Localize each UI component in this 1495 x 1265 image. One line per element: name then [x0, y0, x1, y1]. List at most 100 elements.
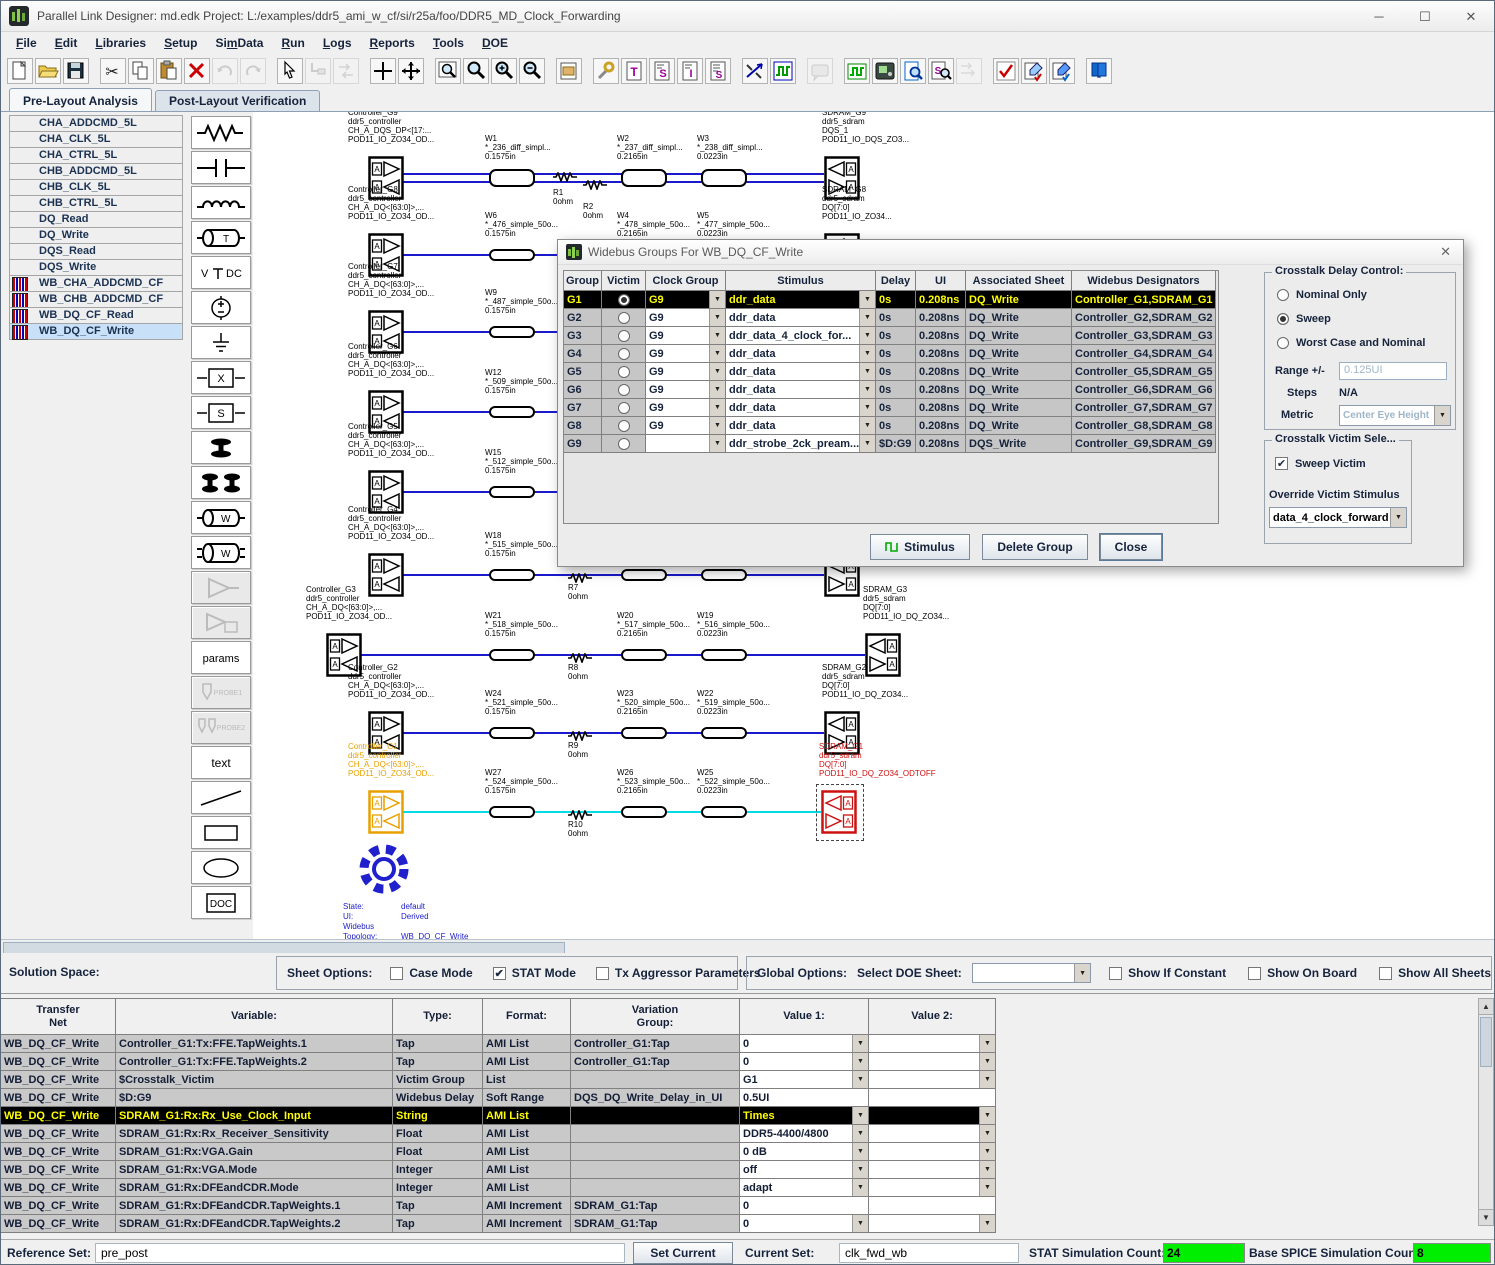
sidebar-item-cha_clk_5l[interactable]: CHA_CLK_5L	[9, 131, 183, 148]
tline-segment[interactable]	[701, 569, 747, 581]
palette-wline2-icon[interactable]: W	[191, 536, 251, 569]
param-column-header[interactable]: Value 2:	[869, 998, 996, 1035]
sidebar-item-dqs_write[interactable]: DQS_Write	[9, 259, 183, 276]
param-row[interactable]: WB_DQ_CF_WriteSDRAM_G1:Rx:VGA.ModeIntege…	[1, 1161, 996, 1179]
chevron-down-icon[interactable]: ▼	[852, 1071, 868, 1088]
series-resistor[interactable]	[583, 177, 607, 195]
victim-radio[interactable]	[618, 402, 630, 414]
value1-cell[interactable]: 0	[740, 1197, 869, 1215]
menu-edit[interactable]: Edit	[46, 33, 87, 53]
new-file-icon[interactable]	[7, 58, 33, 84]
stimulus-select[interactable]: ddr_data_4_clock_for...▼	[726, 327, 876, 345]
chevron-down-icon[interactable]: ▼	[859, 381, 875, 398]
radio-icon[interactable]	[1277, 337, 1289, 349]
report-sheet-icon[interactable]: S	[705, 58, 731, 84]
checkbox-icon[interactable]	[1379, 967, 1392, 980]
net-wire[interactable]	[402, 732, 824, 734]
view-doc-icon[interactable]	[900, 58, 926, 84]
victim-radio[interactable]	[618, 294, 630, 306]
crosshair-icon[interactable]	[370, 58, 396, 84]
crosstalk-delay-option[interactable]: Nominal Only	[1277, 289, 1367, 301]
scroll-down-icon[interactable]: ▼	[1479, 1209, 1493, 1225]
sidebar-item-cha_addcmd_5l[interactable]: CHA_ADDCMD_5L	[9, 115, 183, 132]
param-row[interactable]: WB_DQ_CF_Write$D:G9Widebus DelaySoft Ran…	[1, 1089, 996, 1107]
victim-radio[interactable]	[618, 384, 630, 396]
chevron-down-icon[interactable]: ▼	[859, 417, 875, 434]
chevron-down-icon[interactable]: ▼	[1390, 508, 1406, 527]
palette-xblock-icon[interactable]: X	[191, 361, 251, 394]
victim-radio[interactable]	[618, 330, 630, 342]
delete-icon[interactable]	[184, 58, 210, 84]
stimulus-button[interactable]: Stimulus	[870, 534, 970, 560]
save-file-icon[interactable]	[63, 58, 89, 84]
param-column-header[interactable]: VariationGroup:	[571, 998, 740, 1035]
value1-cell[interactable]: 0▼	[740, 1053, 869, 1071]
checkbox-stat-mode[interactable]: ✔STAT Mode	[493, 966, 576, 980]
tline-segment[interactable]	[701, 727, 747, 739]
chevron-down-icon[interactable]: ▼	[709, 309, 725, 326]
widebus-group-row[interactable]: G2G9▼ddr_data▼0s0.208nsDQ_WriteControlle…	[564, 309, 1218, 327]
tline-segment[interactable]	[621, 569, 667, 581]
chevron-down-icon[interactable]: ▼	[859, 363, 875, 380]
tline-segment[interactable]	[621, 727, 667, 739]
close-button[interactable]: ✕	[1448, 2, 1494, 31]
chevron-down-icon[interactable]: ▼	[859, 435, 875, 452]
palette-wline-icon[interactable]: W	[191, 501, 251, 534]
widebus-group-row[interactable]: G3G9▼ddr_data_4_clock_for...▼0s0.208nsDQ…	[564, 327, 1218, 345]
value1-cell[interactable]: adapt▼	[740, 1179, 869, 1197]
value2-cell[interactable]: ▼	[869, 1125, 996, 1143]
clock-group-select[interactable]: G9▼	[646, 363, 726, 381]
chevron-down-icon[interactable]: ▼	[852, 1215, 868, 1232]
chevron-down-icon[interactable]: ▼	[979, 1143, 995, 1160]
checkbox-show-on-board[interactable]: Show On Board	[1248, 966, 1357, 980]
chevron-down-icon[interactable]: ▼	[709, 381, 725, 398]
crosstalk-delay-option[interactable]: Sweep	[1277, 313, 1331, 325]
menu-libraries[interactable]: Libraries	[86, 33, 155, 53]
tline-segment[interactable]	[489, 486, 535, 498]
param-row[interactable]: WB_DQ_CF_WriteSDRAM_G1:Rx:Rx_Receiver_Se…	[1, 1125, 996, 1143]
value1-cell[interactable]: 0▼	[740, 1215, 869, 1233]
chevron-down-icon[interactable]: ▼	[709, 417, 725, 434]
param-row[interactable]: WB_DQ_CF_WriteController_G1:Tx:FFE.TapWe…	[1, 1053, 996, 1071]
dialog-close-button[interactable]: Close	[1100, 534, 1162, 560]
value1-cell[interactable]: Times▼	[740, 1107, 869, 1125]
column-header[interactable]: UI	[916, 271, 966, 291]
chevron-down-icon[interactable]: ▼	[852, 1161, 868, 1178]
override-victim-select[interactable]: data_4_clock_forward ▼	[1269, 507, 1407, 528]
victim-radio[interactable]	[618, 348, 630, 360]
param-row[interactable]: WB_DQ_CF_WriteSDRAM_G1:Rx:DFEandCDR.TapW…	[1, 1197, 996, 1215]
palette-rect-icon[interactable]	[191, 816, 251, 849]
tline-segment[interactable]	[701, 649, 747, 661]
palette-vsource-icon[interactable]	[191, 291, 251, 324]
report-text-icon[interactable]: T	[621, 58, 647, 84]
tline-segment[interactable]	[701, 169, 747, 187]
param-row[interactable]: WB_DQ_CF_Write$Crosstalk_VictimVictim Gr…	[1, 1071, 996, 1089]
menu-file[interactable]: File	[7, 33, 46, 53]
menu-logs[interactable]: Logs	[314, 33, 361, 53]
dialog-close-icon[interactable]: ✕	[1436, 244, 1455, 260]
sidebar-item-cha_ctrl_5l[interactable]: CHA_CTRL_5L	[9, 147, 183, 164]
zoom-icon[interactable]	[463, 58, 489, 84]
chevron-down-icon[interactable]: ▼	[1074, 964, 1090, 982]
victim-radio[interactable]	[618, 438, 630, 450]
value2-cell[interactable]	[869, 1197, 996, 1215]
metric-select[interactable]: Center Eye Height ▼	[1339, 405, 1451, 426]
palette-inductor-icon[interactable]	[191, 186, 251, 219]
param-row[interactable]: WB_DQ_CF_WriteController_G1:Tx:FFE.TapWe…	[1, 1035, 996, 1053]
tline-segment[interactable]	[489, 249, 535, 261]
clock-group-select[interactable]: G9▼	[646, 399, 726, 417]
stimulus-select[interactable]: ddr_data▼	[726, 363, 876, 381]
edit-validate-2-icon[interactable]	[1049, 58, 1075, 84]
sidebar-item-dqs_read[interactable]: DQS_Read	[9, 243, 183, 260]
chevron-down-icon[interactable]: ▼	[709, 291, 725, 308]
palette-sblock-icon[interactable]: S	[191, 396, 251, 429]
value2-cell[interactable]: ▼	[869, 1035, 996, 1053]
chevron-down-icon[interactable]: ▼	[979, 1125, 995, 1142]
clock-group-select[interactable]: G9▼	[646, 309, 726, 327]
menu-doe[interactable]: DOE	[473, 33, 517, 53]
clock-group-select[interactable]: G9▼	[646, 327, 726, 345]
tline-segment[interactable]	[621, 806, 667, 818]
checkbox-icon[interactable]	[390, 967, 403, 980]
sidebar-item-wb_cha_addcmd_cf[interactable]: WB_CHA_ADDCMD_CF	[9, 275, 183, 292]
horizontal-scrollbar[interactable]	[1, 939, 1495, 953]
